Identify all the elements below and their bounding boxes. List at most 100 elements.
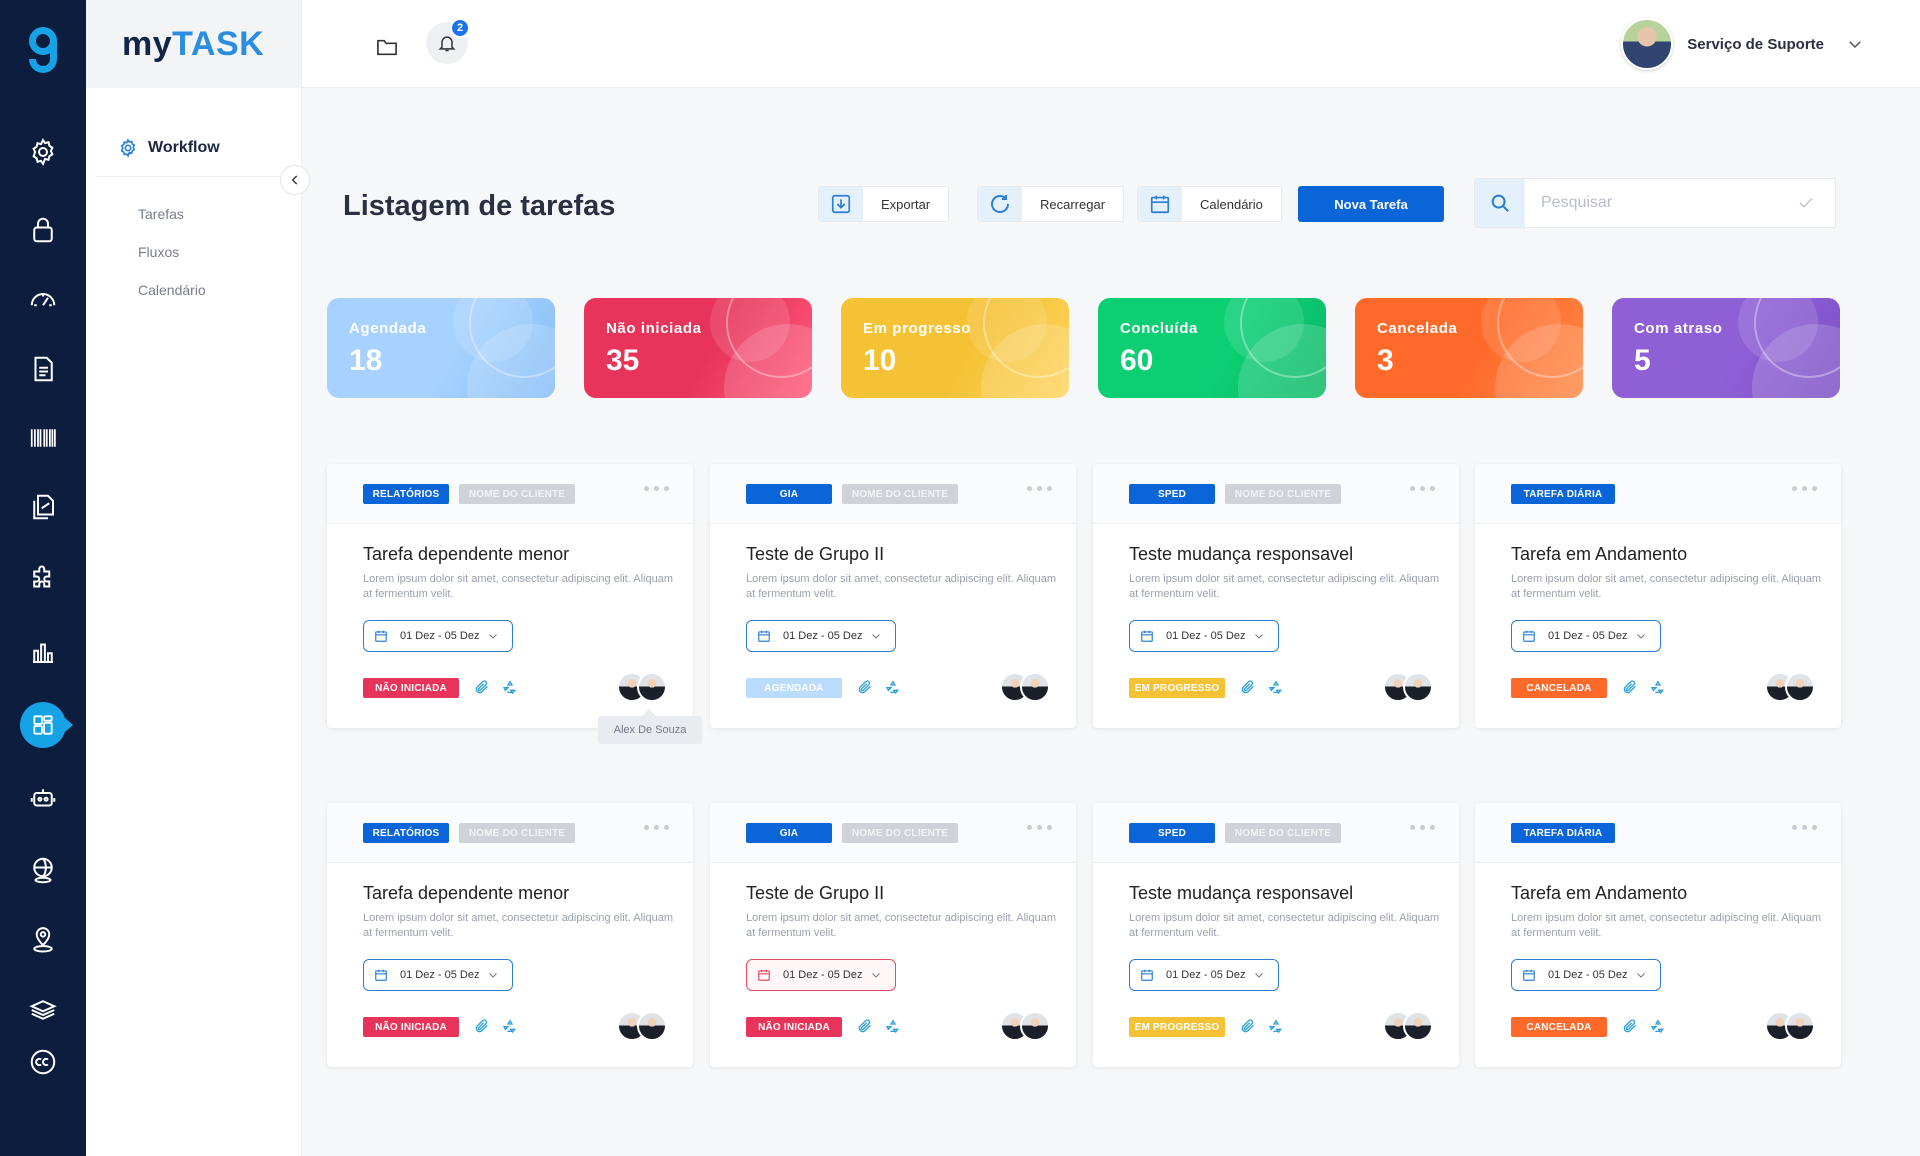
more-options-icon[interactable] bbox=[644, 825, 669, 830]
globe-coins-icon[interactable] bbox=[0, 848, 86, 892]
attachment-icon[interactable] bbox=[1240, 1018, 1256, 1034]
task-card-header: GIA NOME DO CLIENTE bbox=[710, 803, 1076, 863]
task-card[interactable]: GIA NOME DO CLIENTE Teste de Grupo II Lo… bbox=[710, 464, 1076, 728]
more-options-icon[interactable] bbox=[1792, 486, 1817, 491]
assignees[interactable] bbox=[1765, 672, 1815, 702]
assignee-avatar[interactable] bbox=[1020, 672, 1050, 702]
export-button[interactable]: Exportar bbox=[818, 186, 950, 222]
attachment-icon[interactable] bbox=[1622, 679, 1638, 695]
assignees[interactable] bbox=[617, 672, 667, 702]
date-range-picker[interactable]: 01 Dez - 05 Dez bbox=[1129, 959, 1279, 991]
recycle-icon[interactable] bbox=[502, 679, 518, 695]
assignees[interactable] bbox=[1383, 1011, 1433, 1041]
folder-icon[interactable] bbox=[376, 37, 398, 62]
assignee-avatar[interactable] bbox=[1785, 1011, 1815, 1041]
stat-card-em-progresso[interactable]: Em progresso 10 bbox=[841, 298, 1069, 398]
cc-icon[interactable] bbox=[0, 1040, 86, 1084]
speedometer-icon[interactable] bbox=[0, 277, 86, 321]
assignees[interactable] bbox=[1383, 672, 1433, 702]
task-card[interactable]: TAREFA DIÁRIA Tarefa em Andamento Lorem … bbox=[1475, 803, 1841, 1067]
assignee-tooltip: Alex De Souza bbox=[598, 709, 702, 744]
sidebar-collapse-button[interactable] bbox=[280, 165, 310, 195]
recycle-icon[interactable] bbox=[1650, 1018, 1666, 1034]
assignee-avatar[interactable] bbox=[637, 672, 667, 702]
assignee-avatar[interactable] bbox=[1020, 1011, 1050, 1041]
lock-icon[interactable] bbox=[0, 208, 86, 252]
attachment-icon[interactable] bbox=[1622, 1018, 1638, 1034]
date-range-picker[interactable]: 01 Dez - 05 Dez bbox=[363, 620, 513, 652]
date-range-label: 01 Dez - 05 Dez bbox=[783, 969, 863, 981]
attachment-icon[interactable] bbox=[857, 679, 873, 695]
date-range-picker[interactable]: 01 Dez - 05 Dez bbox=[1511, 959, 1661, 991]
date-range-picker[interactable]: 01 Dez - 05 Dez bbox=[1129, 620, 1279, 652]
task-card[interactable]: TAREFA DIÁRIA Tarefa em Andamento Lorem … bbox=[1475, 464, 1841, 728]
calendar-label: Calendário bbox=[1200, 196, 1263, 212]
more-options-icon[interactable] bbox=[1792, 825, 1817, 830]
barcode-icon[interactable] bbox=[0, 416, 86, 460]
stat-card-cancelada[interactable]: Cancelada 3 bbox=[1355, 298, 1583, 398]
recycle-icon[interactable] bbox=[885, 679, 901, 695]
assignees[interactable] bbox=[1000, 672, 1050, 702]
assignee-avatar[interactable] bbox=[1403, 1011, 1433, 1041]
client-tag: NOME DO CLIENTE bbox=[459, 823, 575, 843]
sidebar-item-fluxos[interactable]: Fluxos bbox=[138, 244, 179, 260]
new-task-button[interactable]: Nova Tarefa bbox=[1298, 186, 1444, 222]
sidebar-item-tarefas[interactable]: Tarefas bbox=[138, 206, 184, 222]
dashboard-grid-icon[interactable] bbox=[0, 702, 86, 748]
recycle-icon[interactable] bbox=[885, 1018, 901, 1034]
assignees[interactable] bbox=[1000, 1011, 1050, 1041]
recycle-icon[interactable] bbox=[1268, 679, 1284, 695]
stat-card-nao-iniciada[interactable]: Não iniciada 35 bbox=[584, 298, 812, 398]
date-range-picker[interactable]: 01 Dez - 05 Dez bbox=[746, 620, 896, 652]
attachment-icon[interactable] bbox=[474, 679, 490, 695]
gear-icon[interactable] bbox=[0, 130, 86, 174]
date-range-picker[interactable]: 01 Dez - 05 Dez bbox=[1511, 620, 1661, 652]
assignees[interactable] bbox=[617, 1011, 667, 1041]
stat-card-agendada[interactable]: Agendada 18 bbox=[327, 298, 555, 398]
calendar-button[interactable]: Calendário bbox=[1137, 186, 1282, 222]
sidebar-item-calendario[interactable]: Calendário bbox=[138, 282, 206, 298]
documents-icon[interactable] bbox=[0, 485, 86, 529]
more-options-icon[interactable] bbox=[644, 486, 669, 491]
bar-chart-icon[interactable] bbox=[0, 630, 86, 674]
attachment-icon[interactable] bbox=[857, 1018, 873, 1034]
user-menu[interactable]: Serviço de Suporte bbox=[1621, 18, 1864, 70]
task-card[interactable]: GIA NOME DO CLIENTE Teste de Grupo II Lo… bbox=[710, 803, 1076, 1067]
more-options-icon[interactable] bbox=[1027, 486, 1052, 491]
refresh-icon bbox=[978, 187, 1022, 221]
assignee-avatar[interactable] bbox=[1403, 672, 1433, 702]
assignee-avatar[interactable] bbox=[1785, 672, 1815, 702]
date-range-picker[interactable]: 01 Dez - 05 Dez bbox=[363, 959, 513, 991]
assignees[interactable] bbox=[1765, 1011, 1815, 1041]
recycle-icon[interactable] bbox=[1650, 679, 1666, 695]
date-range-label: 01 Dez - 05 Dez bbox=[1548, 630, 1628, 642]
reload-button[interactable]: Recarregar bbox=[977, 186, 1125, 222]
attachment-icon[interactable] bbox=[1240, 679, 1256, 695]
task-card[interactable]: SPED NOME DO CLIENTE Teste mudança respo… bbox=[1093, 464, 1459, 728]
location-icon[interactable] bbox=[0, 918, 86, 962]
robot-icon[interactable] bbox=[0, 776, 86, 820]
more-options-icon[interactable] bbox=[1027, 825, 1052, 830]
more-options-icon[interactable] bbox=[1410, 825, 1435, 830]
check-icon[interactable] bbox=[1797, 194, 1815, 212]
search-icon[interactable] bbox=[1475, 179, 1525, 227]
sidebar-section-workflow[interactable]: Workflow bbox=[118, 138, 220, 158]
task-card[interactable]: RELATÓRIOS NOME DO CLIENTE Tarefa depend… bbox=[327, 803, 693, 1067]
task-title: Tarefa em Andamento bbox=[1511, 883, 1688, 903]
search-input[interactable] bbox=[1525, 194, 1797, 212]
puzzle-icon[interactable] bbox=[0, 557, 86, 601]
stat-card-com-atraso[interactable]: Com atraso 5 bbox=[1612, 298, 1840, 398]
date-range-picker[interactable]: 01 Dez - 05 Dez bbox=[746, 959, 896, 991]
assignee-avatar[interactable] bbox=[637, 1011, 667, 1041]
brand-logo-icon[interactable] bbox=[0, 14, 86, 84]
task-card[interactable]: RELATÓRIOS NOME DO CLIENTE Tarefa depend… bbox=[327, 464, 693, 728]
task-card[interactable]: SPED NOME DO CLIENTE Teste mudança respo… bbox=[1093, 803, 1459, 1067]
attachment-icon[interactable] bbox=[474, 1018, 490, 1034]
task-title: Tarefa dependente menor bbox=[363, 883, 570, 903]
document-icon[interactable] bbox=[0, 347, 86, 391]
stat-card-concluida[interactable]: Concluída 60 bbox=[1098, 298, 1326, 398]
more-options-icon[interactable] bbox=[1410, 486, 1435, 491]
recycle-icon[interactable] bbox=[502, 1018, 518, 1034]
money-stack-icon[interactable] bbox=[0, 988, 86, 1032]
recycle-icon[interactable] bbox=[1268, 1018, 1284, 1034]
